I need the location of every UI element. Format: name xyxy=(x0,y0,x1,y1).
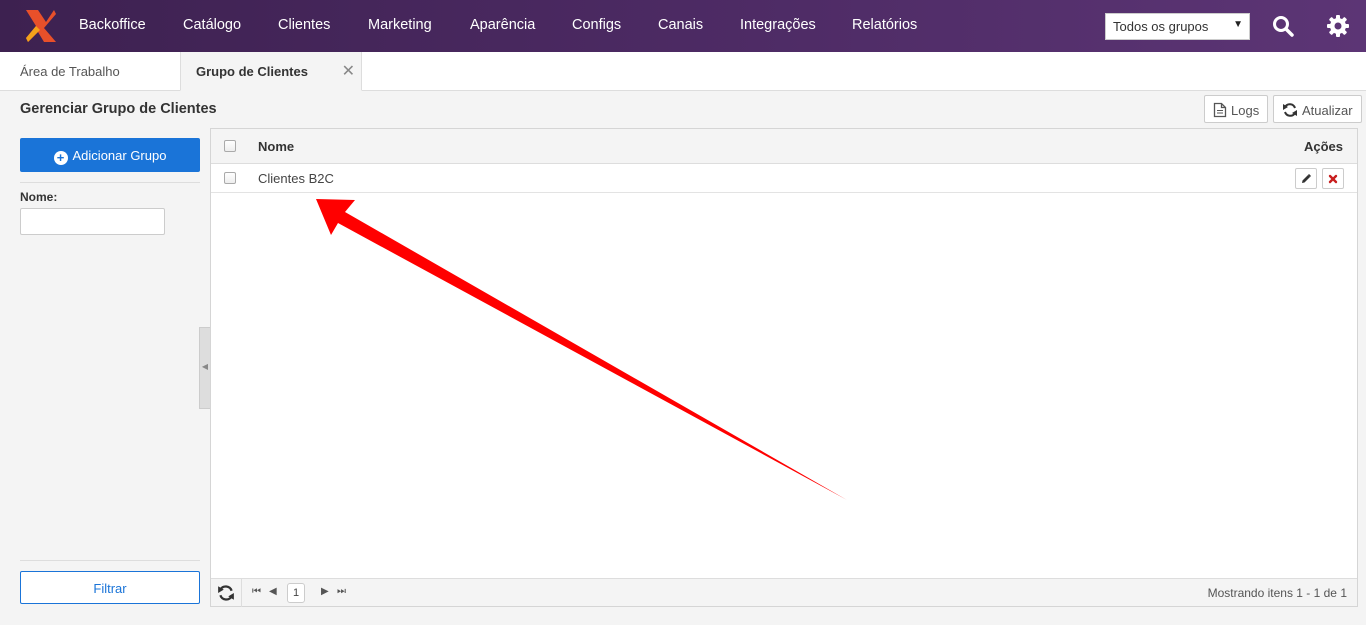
document-icon xyxy=(1213,102,1227,118)
top-nav-bar: Backoffice Catálogo Clientes Marketing A… xyxy=(0,0,1366,52)
name-filter-input[interactable] xyxy=(20,208,165,235)
tab-label: Grupo de Clientes xyxy=(196,64,308,79)
delete-icon xyxy=(1328,174,1338,184)
pager-info: Mostrando itens 1 - 1 de 1 xyxy=(1207,586,1347,600)
gear-icon[interactable] xyxy=(1326,14,1350,38)
nav-item-marketing[interactable]: Marketing xyxy=(368,17,432,33)
select-all-checkbox[interactable] xyxy=(224,140,236,152)
pager-refresh-icon[interactable] xyxy=(217,584,235,602)
group-select-value: Todos os grupos xyxy=(1113,19,1209,34)
row-checkbox[interactable] xyxy=(224,172,236,184)
search-icon[interactable] xyxy=(1271,14,1295,38)
current-page[interactable]: 1 xyxy=(287,583,305,603)
first-page-icon[interactable]: ⏮ xyxy=(252,586,261,597)
refresh-icon xyxy=(1283,103,1297,117)
plus-circle-icon: + xyxy=(53,151,68,165)
grid-header: Nome Ações xyxy=(211,129,1357,164)
delete-button[interactable] xyxy=(1322,168,1344,189)
logo-icon[interactable] xyxy=(24,8,58,44)
tab-label: Área de Trabalho xyxy=(20,64,120,79)
logs-label: Logs xyxy=(1231,103,1260,118)
close-icon[interactable]: ✕ xyxy=(342,61,355,81)
nav-item-aparencia[interactable]: Aparência xyxy=(470,17,535,33)
edit-button[interactable] xyxy=(1295,168,1317,189)
divider xyxy=(241,579,242,607)
groups-grid: Nome Ações Clientes B2C ⏮ ◀ 1 ▶ ⏭ Mostra xyxy=(210,128,1358,607)
page-title: Gerenciar Grupo de Clientes xyxy=(20,101,217,117)
nav-item-relatorios[interactable]: Relatórios xyxy=(852,17,917,33)
nav-item-configs[interactable]: Configs xyxy=(572,17,621,33)
column-header-acoes: Ações xyxy=(1303,139,1343,154)
tab-area-de-trabalho[interactable]: Área de Trabalho xyxy=(20,52,120,91)
table-row[interactable]: Clientes B2C xyxy=(211,164,1357,193)
nav-item-backoffice[interactable]: Backoffice xyxy=(79,17,146,33)
nav-item-clientes[interactable]: Clientes xyxy=(278,17,330,33)
name-filter-label: Nome: xyxy=(20,190,58,204)
refresh-button[interactable]: Atualizar xyxy=(1273,95,1362,123)
divider xyxy=(20,182,200,183)
prev-page-icon[interactable]: ◀ xyxy=(269,586,277,597)
pencil-icon xyxy=(1302,173,1312,183)
nav-item-integracoes[interactable]: Integrações xyxy=(740,17,816,33)
refresh-label: Atualizar xyxy=(1302,103,1353,118)
row-name-cell: Clientes B2C xyxy=(258,171,334,186)
group-select[interactable]: Todos os grupos ▼ xyxy=(1105,13,1250,40)
tab-grupo-de-clientes[interactable]: Grupo de Clientes ✕ xyxy=(180,52,362,91)
next-page-icon[interactable]: ▶ xyxy=(321,586,329,597)
grid-pager: ⏮ ◀ 1 ▶ ⏭ Mostrando itens 1 - 1 de 1 xyxy=(211,578,1357,607)
last-page-icon[interactable]: ⏭ xyxy=(337,586,346,597)
filter-button[interactable]: Filtrar xyxy=(20,571,200,604)
nav-item-canais[interactable]: Canais xyxy=(658,17,703,33)
logs-button[interactable]: Logs xyxy=(1204,95,1269,123)
add-group-button[interactable]: + Adicionar Grupo xyxy=(20,138,200,172)
column-header-nome[interactable]: Nome xyxy=(258,139,294,154)
divider xyxy=(20,560,200,561)
chevron-down-icon: ▼ xyxy=(1233,19,1243,30)
add-group-label: Adicionar Grupo xyxy=(72,148,167,163)
tab-strip: Área de Trabalho Grupo de Clientes ✕ xyxy=(0,52,1366,91)
nav-item-catalogo[interactable]: Catálogo xyxy=(183,17,241,33)
